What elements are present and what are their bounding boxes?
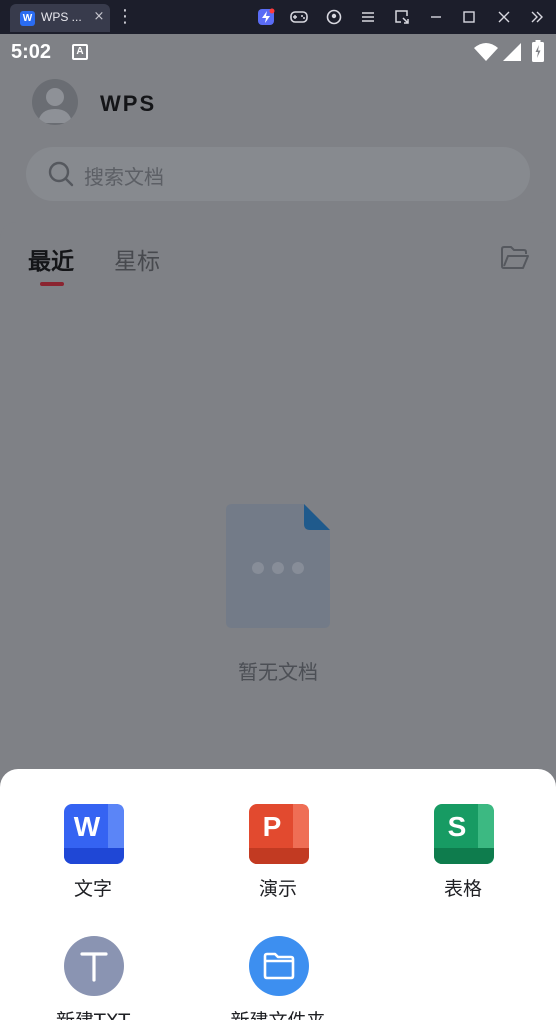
expand-icon[interactable] [527,7,547,27]
new-spreadsheet-button[interactable]: S 表格 [388,804,538,924]
svg-text:WPS: WPS [100,91,156,115]
close-icon[interactable] [494,7,514,27]
empty-state-text: 暂无文档 [238,660,318,684]
presentation-label: 演示 [258,878,297,900]
folder-icon[interactable] [500,244,530,270]
avatar[interactable] [32,79,78,125]
spreadsheet-icon: S [434,804,494,864]
app-tab[interactable]: W WPS ... × [10,4,110,32]
bolt-icon[interactable] [256,7,276,27]
tab-close-icon[interactable]: × [92,9,106,25]
tab-title: WPS ... [41,10,82,24]
wps-logo: WPS [100,91,156,115]
status-bar: 5:02 A [0,34,556,74]
battery-icon [532,40,544,62]
user-avatar-icon [38,88,72,123]
status-clock: 5:02 [11,41,52,63]
notification-icon: A [72,44,88,60]
menu-icon[interactable] [358,7,378,27]
maximize-icon[interactable] [459,7,479,27]
svg-text:S: S [448,811,467,842]
txt-icon [64,936,124,996]
new-folder-button[interactable]: 新建文件夹 [203,936,353,1020]
writer-label: 文字 [73,878,112,900]
minimize-icon[interactable] [426,7,446,27]
more-options-icon[interactable]: ⋮ [116,6,134,28]
new-writer-button[interactable]: W 文字 [18,804,168,924]
new-document-sheet: W 文字 P 演示 S 表格 [0,769,556,1020]
spreadsheet-label: 表格 [443,878,482,900]
search-placeholder: 搜索文档 [84,165,164,189]
folder-label: 新建文件夹 [203,1006,353,1020]
empty-document-icon [226,504,330,628]
app-header: WPS [0,74,556,134]
document-list-area: 最近 星标 暂无文档 [0,222,556,782]
phone-screen: 5:02 A WPS 搜索文档 最近 星标 暂无文档 W 文字 P 演示 S 表… [0,34,556,1020]
search-bar[interactable]: 搜索文档 [26,147,530,201]
account-icon[interactable] [324,7,344,27]
new-presentation-button[interactable]: P 演示 [203,804,353,924]
tab-starred[interactable]: 星标 [114,242,160,276]
new-txt-button[interactable]: 新建TXT [18,936,168,1020]
active-tab-indicator [40,282,64,286]
presentation-icon: P [249,804,309,864]
search-icon [48,161,74,187]
wifi-icon [474,43,498,61]
txt-label: 新建TXT [18,1006,168,1020]
wps-tab-icon: W [20,11,35,26]
gamepad-icon[interactable] [289,7,309,27]
folder-icon [249,936,309,996]
signal-icon [503,43,521,61]
writer-icon: W [64,804,124,864]
resize-icon[interactable] [392,7,412,27]
emulator-title-bar: W WPS ... × ⋮ [0,0,556,34]
svg-text:W: W [74,811,101,842]
svg-text:P: P [263,811,282,842]
tab-recent[interactable]: 最近 [28,242,74,276]
